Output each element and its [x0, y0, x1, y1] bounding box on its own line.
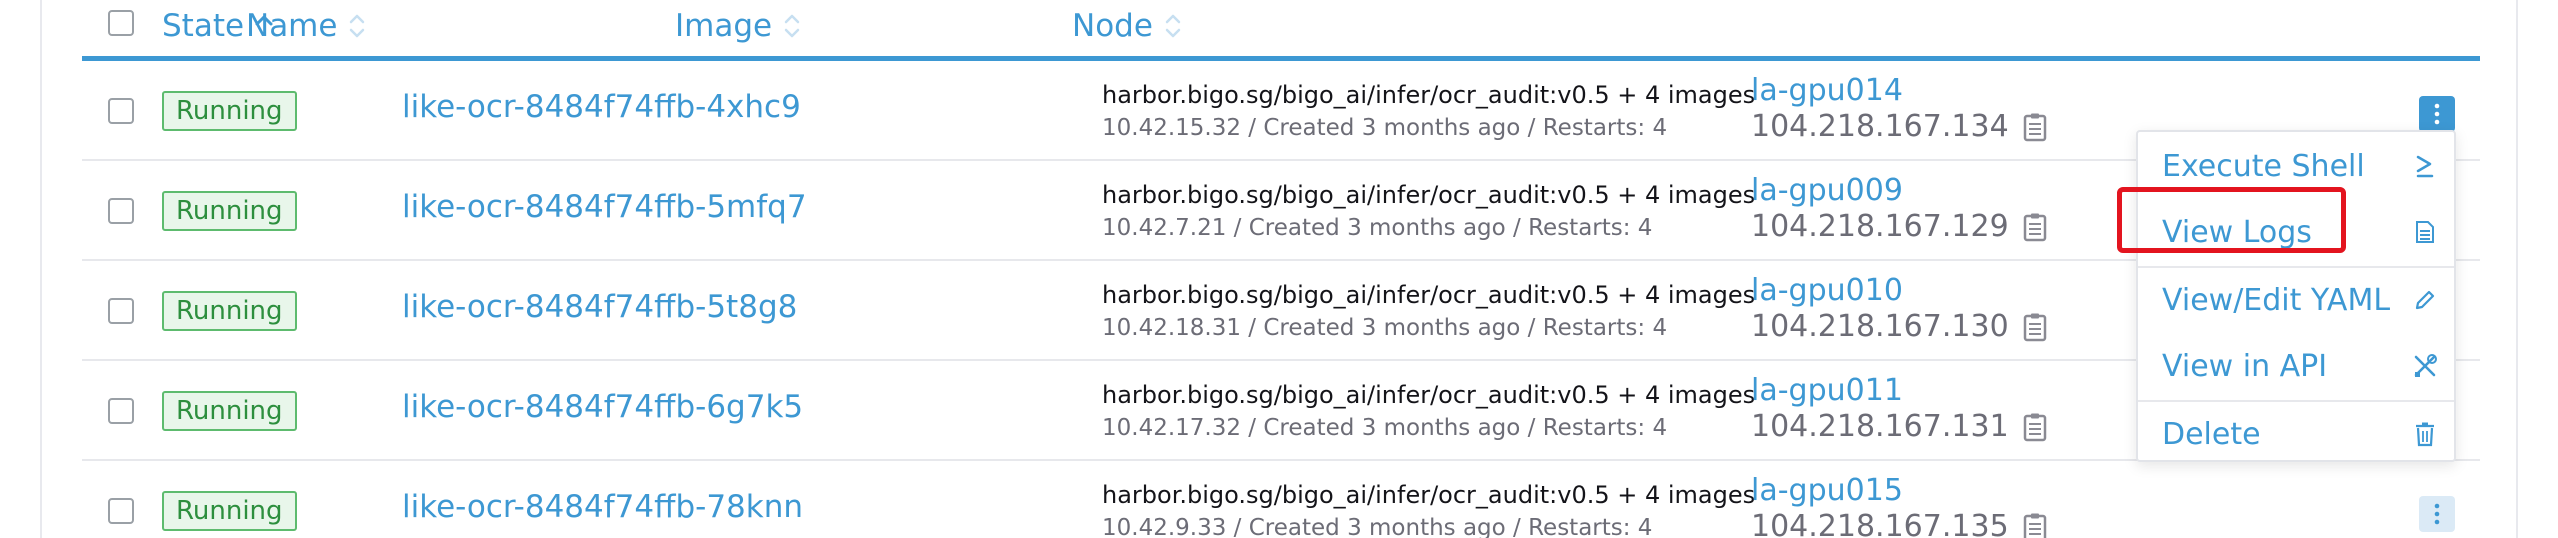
node-ip-text: 104.218.167.130: [1751, 309, 2009, 344]
row-checkbox[interactable]: [108, 498, 134, 524]
menu-item-view-edit-yaml[interactable]: View/Edit YAML: [2138, 268, 2454, 332]
sort-icon: [782, 9, 802, 43]
sort-icon: [1163, 9, 1183, 43]
column-header-node-label: Node: [1072, 8, 1153, 44]
copy-icon[interactable]: [2023, 412, 2049, 442]
menu-item-view-in-api[interactable]: View in API: [2138, 334, 2454, 398]
row-actions-menu: Execute Shell View Logs View/Edit YAML V…: [2136, 130, 2456, 462]
pod-details-text: 10.42.9.33 / Created 3 months ago / Rest…: [1102, 515, 1653, 538]
row-checkbox[interactable]: [108, 298, 134, 324]
pod-details-text: 10.42.15.32 / Created 3 months ago / Res…: [1102, 115, 1668, 141]
menu-item-label: Delete: [2162, 416, 2261, 452]
column-header-image-label: Image: [675, 8, 773, 44]
node-ip-text: 104.218.167.134: [1751, 109, 2009, 144]
copy-icon[interactable]: [2023, 512, 2049, 538]
node-link[interactable]: la-gpu009: [1751, 173, 1903, 208]
right-border: [2516, 0, 2518, 538]
row-actions-button[interactable]: [2419, 96, 2455, 132]
table-row: Running like-ocr-8484f74ffb-4xhc9 harbor…: [82, 61, 2480, 161]
row-checkbox[interactable]: [108, 98, 134, 124]
node-ip-text: 104.218.167.131: [1751, 409, 2009, 444]
column-header-image[interactable]: Image: [675, 8, 802, 44]
file-icon: [2410, 217, 2440, 247]
kebab-icon: [2434, 103, 2440, 125]
status-badge: Running: [162, 391, 297, 431]
node-ip: 104.218.167.134: [1751, 109, 2049, 144]
node-link[interactable]: la-gpu015: [1751, 473, 1903, 508]
status-badge: Running: [162, 91, 297, 131]
status-badge: Running: [162, 491, 297, 531]
image-text: harbor.bigo.sg/bigo_ai/infer/ocr_audit:v…: [1102, 281, 1756, 309]
menu-item-label: View/Edit YAML: [2162, 282, 2391, 318]
table-row: Running like-ocr-8484f74ffb-6g7k5 harbor…: [82, 361, 2480, 461]
pod-name-link[interactable]: like-ocr-8484f74ffb-6g7k5: [402, 389, 803, 425]
copy-icon[interactable]: [2023, 112, 2049, 142]
pod-details-text: 10.42.18.31 / Created 3 months ago / Res…: [1102, 315, 1668, 341]
menu-item-label: View in API: [2162, 348, 2328, 384]
tools-icon: [2410, 351, 2440, 381]
node-link[interactable]: la-gpu010: [1751, 273, 1903, 308]
pod-name-link[interactable]: like-ocr-8484f74ffb-5t8g8: [402, 289, 797, 325]
table-row: Running like-ocr-8484f74ffb-78knn harbor…: [82, 461, 2480, 538]
row-actions-button[interactable]: [2419, 496, 2455, 532]
image-text: harbor.bigo.sg/bigo_ai/infer/ocr_audit:v…: [1102, 181, 1756, 209]
kebab-icon: [2434, 503, 2440, 525]
pod-name-link[interactable]: like-ocr-8484f74ffb-78knn: [402, 489, 803, 525]
select-all-checkbox[interactable]: [108, 10, 134, 36]
image-text: harbor.bigo.sg/bigo_ai/infer/ocr_audit:v…: [1102, 381, 1756, 409]
terminal-icon: [2410, 151, 2440, 181]
left-border: [40, 0, 42, 538]
pod-name-link[interactable]: like-ocr-8484f74ffb-4xhc9: [402, 89, 801, 125]
sort-icon: [347, 9, 367, 43]
copy-icon[interactable]: [2023, 312, 2049, 342]
table-row: Running like-ocr-8484f74ffb-5t8g8 harbor…: [82, 261, 2480, 361]
node-ip: 104.218.167.131: [1751, 409, 2049, 444]
column-header-state-label: State: [162, 8, 245, 44]
image-text: harbor.bigo.sg/bigo_ai/infer/ocr_audit:v…: [1102, 481, 1756, 509]
image-text: harbor.bigo.sg/bigo_ai/infer/ocr_audit:v…: [1102, 81, 1756, 109]
trash-icon: [2410, 419, 2440, 449]
pods-page: State Name Image Node Running like-ocr-8…: [0, 0, 2558, 538]
column-header-node[interactable]: Node: [1072, 8, 1183, 44]
node-ip: 104.218.167.135: [1751, 509, 2049, 538]
node-link[interactable]: la-gpu011: [1751, 373, 1903, 408]
copy-icon[interactable]: [2023, 212, 2049, 242]
menu-item-label: Execute Shell: [2162, 148, 2365, 184]
column-header-name[interactable]: Name: [246, 8, 367, 44]
row-checkbox[interactable]: [108, 398, 134, 424]
node-ip-text: 104.218.167.135: [1751, 509, 2009, 538]
status-badge: Running: [162, 191, 297, 231]
table-header: State Name Image Node: [82, 0, 2480, 58]
pod-details-text: 10.42.7.21 / Created 3 months ago / Rest…: [1102, 215, 1653, 241]
row-checkbox[interactable]: [108, 198, 134, 224]
highlight-annotation: [2117, 187, 2346, 253]
node-ip: 104.218.167.129: [1751, 209, 2049, 244]
pod-details-text: 10.42.17.32 / Created 3 months ago / Res…: [1102, 415, 1668, 441]
pod-name-link[interactable]: like-ocr-8484f74ffb-5mfq7: [402, 189, 807, 225]
menu-item-delete[interactable]: Delete: [2138, 402, 2454, 466]
pencil-icon: [2410, 285, 2440, 315]
node-link[interactable]: la-gpu014: [1751, 73, 1903, 108]
column-header-name-label: Name: [246, 8, 338, 44]
node-ip-text: 104.218.167.129: [1751, 209, 2009, 244]
node-ip: 104.218.167.130: [1751, 309, 2049, 344]
status-badge: Running: [162, 291, 297, 331]
